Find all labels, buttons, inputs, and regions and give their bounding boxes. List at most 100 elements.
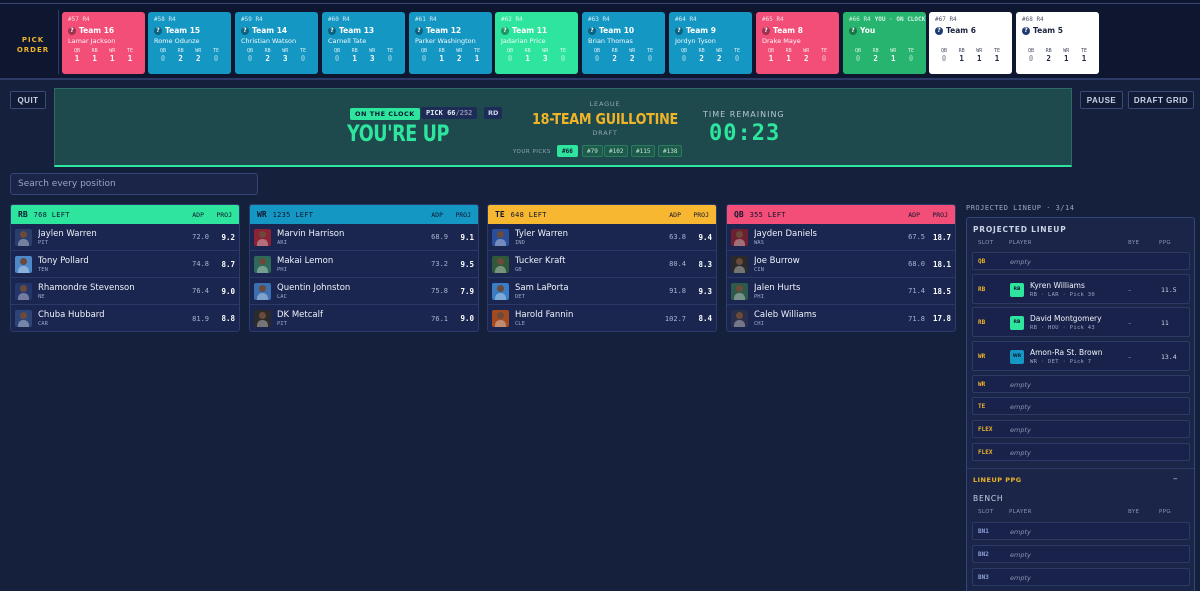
- lineup-slot-row[interactable]: RB RB Kyren Williams RB · LAR · Pick 30 – 11.…: [972, 274, 1190, 304]
- pick-card[interactable]: #57 R4? Team 16 Lamar Jackson QB 1 RB 1 WR 1 TE 1: [62, 12, 145, 74]
- count-value: 2: [612, 54, 617, 63]
- player-row[interactable]: Rhamondre Stevenson NE 76.4 9.0: [11, 278, 239, 305]
- youre-up-headline: YOU'RE UP: [347, 122, 450, 147]
- player-row[interactable]: Chuba Hubbard CAR 81.9 8.8: [11, 305, 239, 331]
- team-name: Team 11: [512, 26, 548, 35]
- pick-number: #57 R4: [68, 16, 139, 25]
- count-value: 0: [821, 54, 827, 63]
- pick-card[interactable]: #65 R4? Team 8 Drake Maye QB 1 RB 1 WR 2 TE 0: [756, 12, 839, 74]
- lineup-slot-row[interactable]: QB empty: [972, 252, 1190, 270]
- empty-slot: empty: [1010, 528, 1031, 536]
- team-name-row: ? Team 13: [328, 25, 399, 36]
- bench-slot-label: BN1: [978, 528, 989, 535]
- count-label: WR: [803, 48, 810, 54]
- bench-slot-label: BN3: [978, 574, 989, 581]
- count-value: 1: [439, 54, 444, 63]
- pick-number: #66 R4 YOU · ON CLOCK: [849, 16, 925, 25]
- lineup-slot-row[interactable]: FLEX empty: [972, 443, 1190, 461]
- player-info: Tyler Warren IND: [515, 229, 656, 246]
- draft-grid-button[interactable]: DRAFT GRID: [1128, 91, 1194, 109]
- player-row[interactable]: Tony Pollard TEN 74.8 8.7: [11, 251, 239, 278]
- player-row[interactable]: Sam LaPorta DET 91.8 9.3: [488, 278, 716, 305]
- player-row[interactable]: Tyler Warren IND 63.8 9.4: [488, 224, 716, 251]
- bench-slot-row[interactable]: BN1 empty: [972, 522, 1190, 540]
- team-avatar-icon: ?: [68, 26, 76, 35]
- count-value: 0: [647, 54, 653, 63]
- player-row[interactable]: Quentin Johnston LAC 75.8 7.9: [250, 278, 478, 305]
- player-row[interactable]: Jayden Daniels WAS 67.5 18.7: [727, 224, 955, 251]
- count-label: QB: [767, 48, 775, 54]
- position-panel-rb: RB 768 LEFT ADP PROJ Jaylen Warren PIT 72.0 9.2…: [10, 204, 240, 332]
- count-wr: WR 3: [365, 48, 379, 63]
- search-input[interactable]: [10, 173, 258, 195]
- player-team: CIN: [754, 266, 764, 273]
- player-proj: 9.0: [460, 314, 474, 323]
- count-value: 1: [994, 54, 1000, 63]
- pick-card[interactable]: #68 R4? Team 5 QB 0 RB 2 WR 1 TE 1: [1016, 12, 1099, 74]
- lineup-slot-row[interactable]: RB RB David Montgomery RB · HOU · Pick 43 – 1…: [972, 307, 1190, 337]
- count-label: RB: [958, 48, 965, 54]
- player-name: Makai Lemon: [277, 255, 334, 266]
- pick-card[interactable]: #64 R4? Team 9 Jordyn Tyson QB 0 RB 2 WR 2 TE 0: [669, 12, 752, 74]
- bench-slot-row[interactable]: BN2 empty: [972, 545, 1190, 563]
- lineup-slot-row[interactable]: WR WR Amon-Ra St. Brown WR · DET · Pick 7 – 1…: [972, 341, 1190, 371]
- position-label: TE: [495, 210, 505, 219]
- player-adp: 75.8: [431, 287, 448, 295]
- player-info: Jayden Daniels WAS: [754, 229, 895, 246]
- position-counts: QB 0 RB 1 WR 3 TE 0: [328, 48, 399, 63]
- team-avatar-icon: ?: [588, 26, 596, 35]
- pick-card[interactable]: #60 R4? Team 13 Carnell Tate QB 0 RB 1 WR 3 TE 0: [322, 12, 405, 74]
- time-remaining-label: TIME REMAINING: [703, 110, 785, 119]
- team-name: Team 6: [946, 26, 976, 35]
- player-adp: 80.4: [669, 260, 686, 268]
- pick-card[interactable]: #62 R4? Team 11 Jadarian Price QB 0 RB 1 WR 3 TE 0: [495, 12, 578, 74]
- player-row[interactable]: Marvin Harrison ARI 68.9 9.1: [250, 224, 478, 251]
- lineup-slot-row[interactable]: TE empty: [972, 397, 1190, 415]
- count-rb: RB 1: [88, 48, 102, 63]
- player-row[interactable]: Joe Burrow CIN 68.0 18.1: [727, 251, 955, 278]
- league-name: 18-TEAM GUILLOTINE: [531, 110, 678, 128]
- pick-card[interactable]: #61 R4? Team 12 Parker Washington QB 0 RB 1 WR 2…: [409, 12, 492, 74]
- player-team: IND: [515, 239, 525, 246]
- pick-card[interactable]: #67 R4? Team 6 QB 0 RB 1 WR 1 TE 1: [929, 12, 1012, 74]
- quit-button[interactable]: QUIT: [10, 91, 46, 109]
- count-value: 3: [283, 54, 288, 63]
- your-pick-chip: #138: [658, 145, 683, 157]
- player-headshot: [731, 310, 748, 327]
- lineup-slot-row[interactable]: FLEX empty: [972, 420, 1190, 438]
- player-row[interactable]: Jalen Hurts PHI 71.4 18.5: [727, 278, 955, 305]
- pick-card[interactable]: #66 R4 YOU · ON CLOCK? You QB 0 RB 2 WR 1 TE 0: [843, 12, 926, 74]
- player-row[interactable]: Jaylen Warren PIT 72.0 9.2: [11, 224, 239, 251]
- player-row[interactable]: Tucker Kraft GB 80.4 8.3: [488, 251, 716, 278]
- team-name-row: ? Team 9: [675, 25, 746, 36]
- empty-slot: empty: [1010, 258, 1031, 266]
- lineup-player-detail: RB · LAR · Pick 30: [1030, 292, 1096, 298]
- position-chip: WR: [1010, 350, 1024, 364]
- count-te: TE 0: [209, 48, 223, 63]
- team-avatar-icon: ?: [154, 26, 162, 35]
- pick-number: #67 R4: [935, 16, 1006, 25]
- player-team: DET: [515, 293, 525, 300]
- player-name: Tucker Kraft: [515, 255, 566, 266]
- pick-number-text: #66 R4: [849, 16, 871, 23]
- bench-slot-row[interactable]: BN3 empty: [972, 568, 1190, 586]
- picked-player: [935, 37, 1006, 47]
- pause-button[interactable]: PAUSE: [1080, 91, 1123, 109]
- player-row[interactable]: Harold Fannin CLE 102.7 8.4: [488, 305, 716, 331]
- lineup-ppg-label[interactable]: LINEUP PPG: [973, 476, 1022, 484]
- position-counts: QB 0 RB 1 WR 1 TE 1: [935, 48, 1006, 63]
- pick-number: #59 R4: [241, 16, 312, 25]
- pick-card[interactable]: #58 R4? Team 15 Rome Odunze QB 0 RB 2 WR 2 TE 0: [148, 12, 231, 74]
- count-rb: RB 2: [174, 48, 188, 63]
- count-value: 0: [507, 54, 513, 63]
- count-value: 2: [1046, 54, 1051, 63]
- team-name: Team 16: [79, 26, 115, 35]
- bench-slot-label: BN2: [978, 551, 989, 558]
- pick-card[interactable]: #63 R4? Team 10 Brian Thomas QB 0 RB 2 WR 2 TE 0: [582, 12, 665, 74]
- player-row[interactable]: DK Metcalf PIT 76.1 9.0: [250, 305, 478, 331]
- pick-card[interactable]: #59 R4? Team 14 Christian Watson QB 0 RB 2 WR 3 T…: [235, 12, 318, 74]
- player-name: Joe Burrow: [754, 255, 800, 266]
- player-row[interactable]: Makai Lemon PHI 73.2 9.5: [250, 251, 478, 278]
- player-row[interactable]: Caleb Williams CHI 71.8 17.8: [727, 305, 955, 331]
- lineup-slot-row[interactable]: WR empty: [972, 375, 1190, 393]
